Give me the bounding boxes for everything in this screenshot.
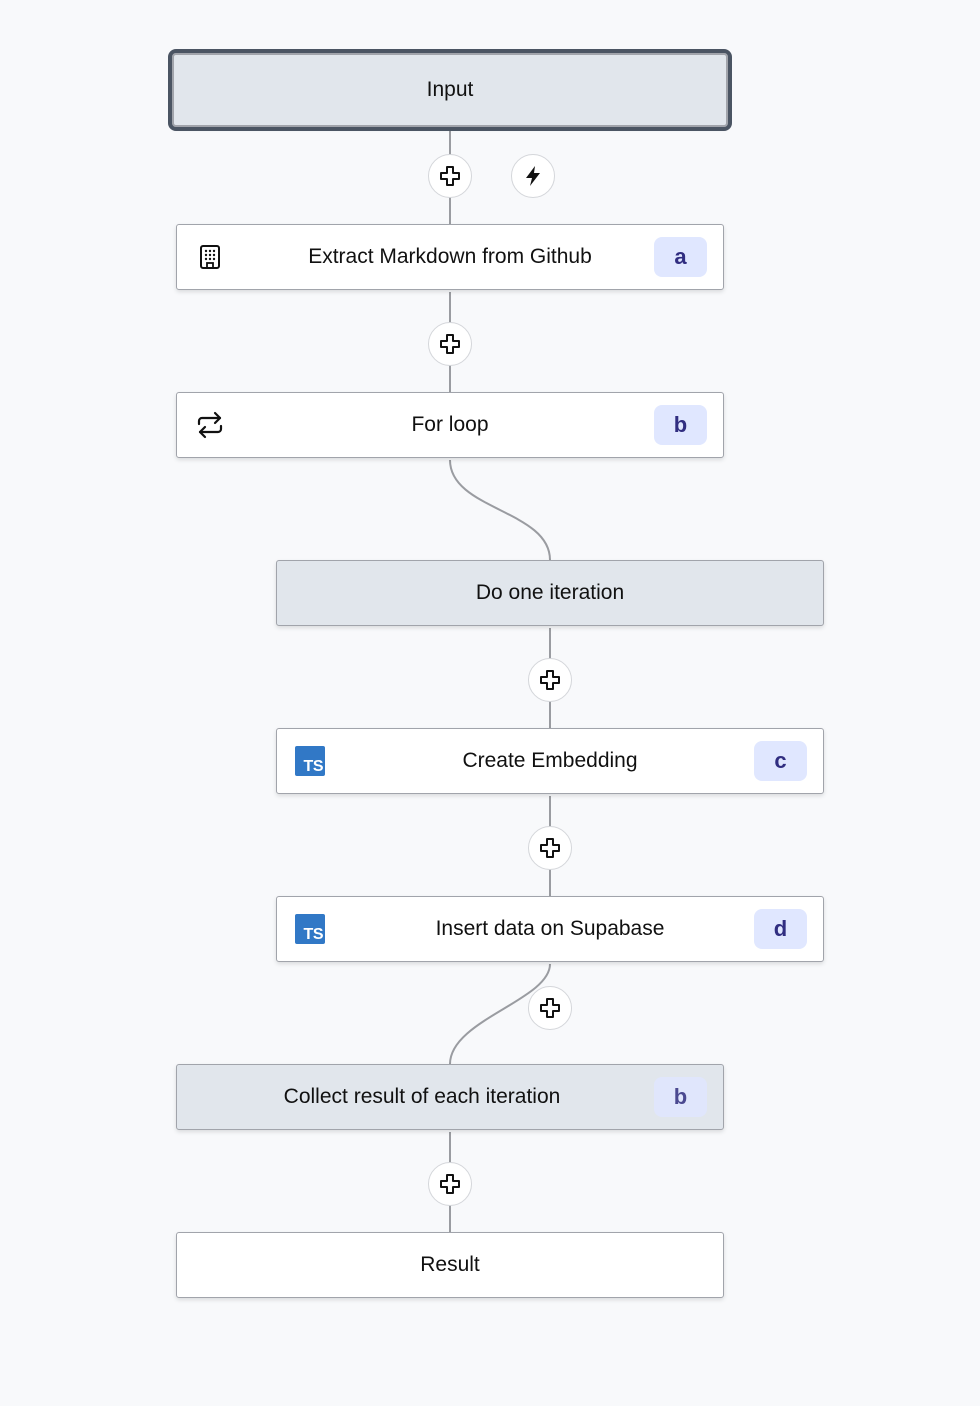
building-icon <box>195 242 225 272</box>
node-label: Create Embedding <box>462 749 638 772</box>
node-label: Collect result of each iteration <box>283 1085 561 1108</box>
plus-icon <box>540 670 560 690</box>
add-step-button[interactable] <box>428 322 472 366</box>
node-for-loop[interactable]: For loop b <box>176 392 724 458</box>
node-input[interactable]: Input <box>168 49 732 131</box>
node-insert-supabase[interactable]: TS Insert data on Supabase d <box>276 896 824 962</box>
step-id-badge: b <box>654 405 707 445</box>
typescript-icon: TS <box>295 914 325 944</box>
add-step-button[interactable] <box>428 1162 472 1206</box>
node-label: For loop <box>411 413 489 436</box>
node-do-one-iteration[interactable]: Do one iteration <box>276 560 824 626</box>
add-step-button[interactable] <box>528 986 572 1030</box>
step-id-badge: d <box>754 909 807 949</box>
plus-icon <box>440 1174 460 1194</box>
node-collect-results[interactable]: Collect result of each iteration b <box>176 1064 724 1130</box>
plus-icon <box>440 166 460 186</box>
trigger-button[interactable] <box>511 154 555 198</box>
step-id-badge: b <box>654 1077 707 1117</box>
add-step-button[interactable] <box>528 658 572 702</box>
node-label: Result <box>420 1253 480 1276</box>
lightning-icon <box>526 166 540 186</box>
plus-icon <box>540 838 560 858</box>
plus-icon <box>440 334 460 354</box>
flow-edges <box>449 128 551 1232</box>
add-step-button[interactable] <box>528 826 572 870</box>
step-id-badge: c <box>754 741 807 781</box>
add-step-button[interactable] <box>428 154 472 198</box>
node-label: Insert data on Supabase <box>435 917 665 940</box>
node-extract-markdown[interactable]: Extract Markdown from Github a <box>176 224 724 290</box>
node-label: Do one iteration <box>475 581 625 604</box>
step-id-badge: a <box>654 237 707 277</box>
node-label: Input <box>426 78 474 101</box>
node-create-embedding[interactable]: TS Create Embedding c <box>276 728 824 794</box>
typescript-icon: TS <box>295 746 325 776</box>
node-label: Extract Markdown from Github <box>308 245 592 268</box>
plus-icon <box>540 998 560 1018</box>
node-result[interactable]: Result <box>176 1232 724 1298</box>
edge-forloop-iteration <box>449 459 551 561</box>
loop-arrows-icon <box>195 410 225 440</box>
